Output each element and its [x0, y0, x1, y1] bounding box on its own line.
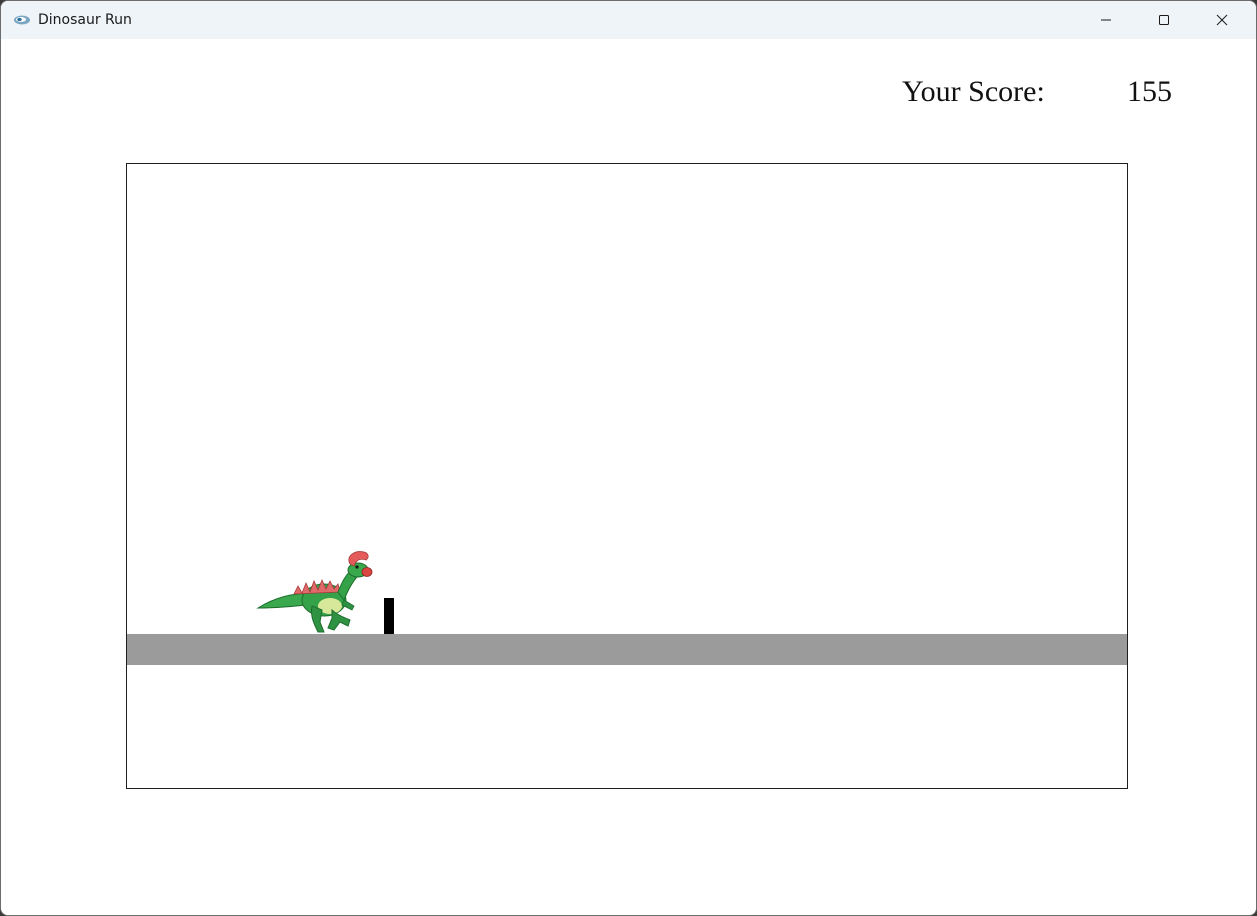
title-bar[interactable]: Dinosaur Run	[1, 1, 1256, 39]
game-canvas[interactable]	[126, 163, 1128, 789]
score-label: Your Score:	[902, 75, 1045, 108]
app-icon	[13, 11, 31, 29]
score-value: 155	[1127, 75, 1172, 108]
maximize-button[interactable]	[1135, 1, 1193, 39]
app-window: Dinosaur Run Your Score: 155	[0, 0, 1257, 916]
close-icon	[1216, 11, 1228, 30]
maximize-icon	[1158, 11, 1170, 30]
client-area: Your Score: 155	[1, 39, 1256, 915]
dinosaur-sprite	[254, 548, 374, 634]
cactus-block	[384, 598, 394, 634]
minimize-button[interactable]	[1077, 1, 1135, 39]
ground-strip	[127, 634, 1127, 665]
close-button[interactable]	[1193, 1, 1251, 39]
minimize-icon	[1100, 11, 1112, 30]
window-title: Dinosaur Run	[38, 12, 132, 28]
